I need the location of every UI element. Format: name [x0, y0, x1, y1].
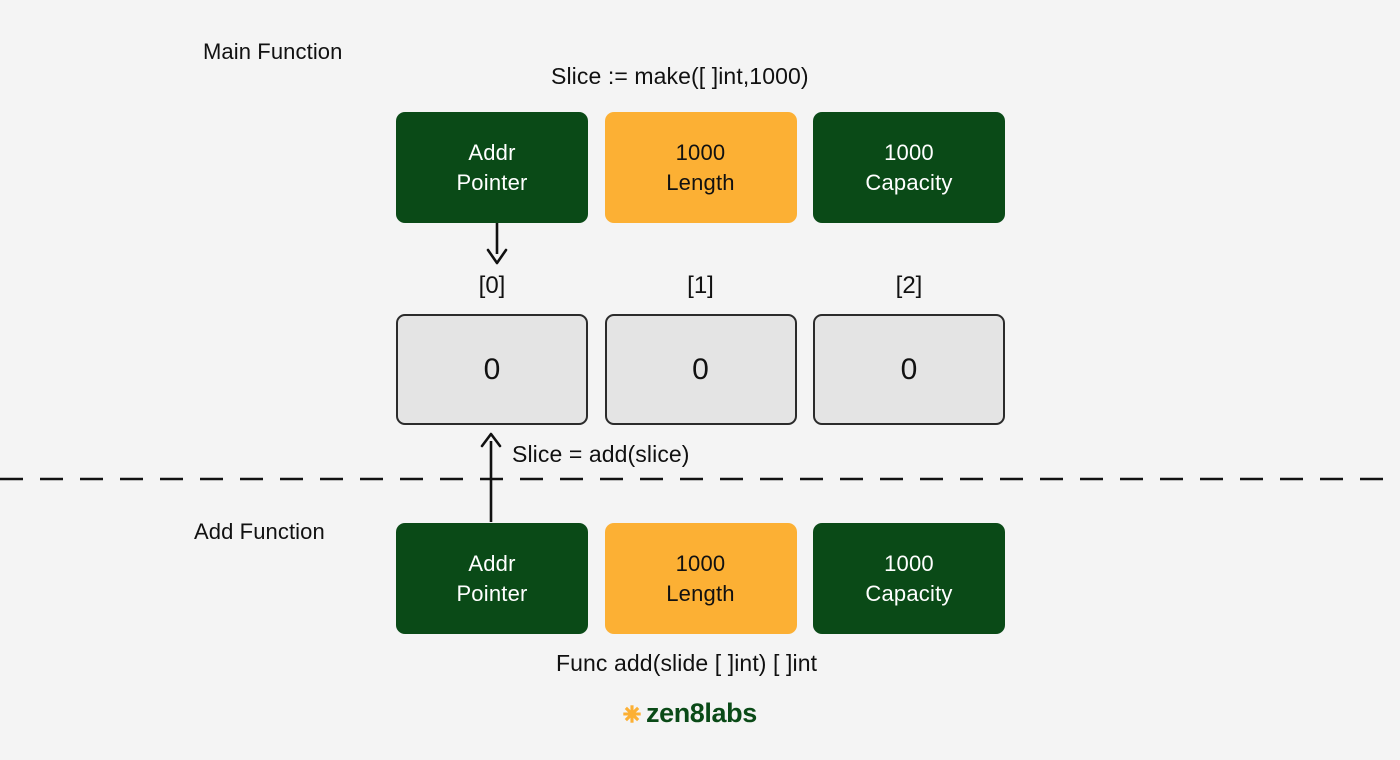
array-cell-0: 0: [396, 314, 588, 425]
array-cell-1: 0: [604, 314, 797, 425]
add-length-box: 1000 Length: [604, 523, 797, 634]
array-index-labels: [0] [1] [2]: [396, 272, 1005, 302]
array-index-0: [0]: [478, 272, 506, 299]
add-length-label: Length: [666, 580, 735, 606]
main-length-value: 1000: [675, 140, 726, 166]
main-capacity-box: 1000 Capacity: [813, 112, 1005, 223]
asterisk-icon: [623, 705, 641, 723]
up-arrow-icon: [480, 432, 502, 522]
assign-statement-caption: Slice = add(slice): [512, 441, 690, 467]
array-index-1: [1]: [687, 272, 714, 299]
main-addr-pointer-box: Addr Pointer: [396, 112, 588, 223]
main-length-box: 1000 Length: [604, 112, 797, 223]
down-arrow-icon: [486, 223, 508, 265]
diagram-canvas: Main Function Slice := make([ ]int,1000)…: [0, 0, 1400, 760]
main-capacity-value: 1000: [884, 140, 934, 166]
array-cell-2: 0: [813, 314, 1005, 425]
main-capacity-label: Capacity: [865, 169, 953, 195]
add-capacity-box: 1000 Capacity: [813, 523, 1005, 634]
add-slice-header: Addr Pointer 1000 Length 1000 Capacity: [396, 523, 1005, 634]
backing-array: 0 0 0: [396, 314, 1005, 425]
logo-wordmark: zen8labs: [646, 698, 757, 728]
add-function-label: Add Function: [194, 519, 325, 544]
add-length-value: 1000: [675, 551, 726, 577]
add-addr-pointer-box: Addr Pointer: [396, 523, 588, 634]
func-signature-caption: Func add(slide [ ]int) [ ]int: [556, 650, 818, 676]
array-index-2: [2]: [895, 272, 923, 299]
add-addr-pointer-line1: Addr: [468, 551, 516, 577]
zen8labs-logo: zen8labs: [621, 700, 757, 727]
add-capacity-label: Capacity: [865, 580, 953, 606]
main-function-label: Main Function: [203, 39, 343, 64]
main-length-label: Length: [666, 169, 735, 195]
make-statement-caption: Slice := make([ ]int,1000): [551, 63, 809, 89]
add-capacity-value: 1000: [884, 551, 934, 577]
main-addr-pointer-line2: Pointer: [456, 169, 528, 195]
add-addr-pointer-line2: Pointer: [456, 580, 528, 606]
main-slice-header: Addr Pointer 1000 Length 1000 Capacity: [396, 112, 1005, 223]
main-addr-pointer-line1: Addr: [468, 140, 516, 166]
